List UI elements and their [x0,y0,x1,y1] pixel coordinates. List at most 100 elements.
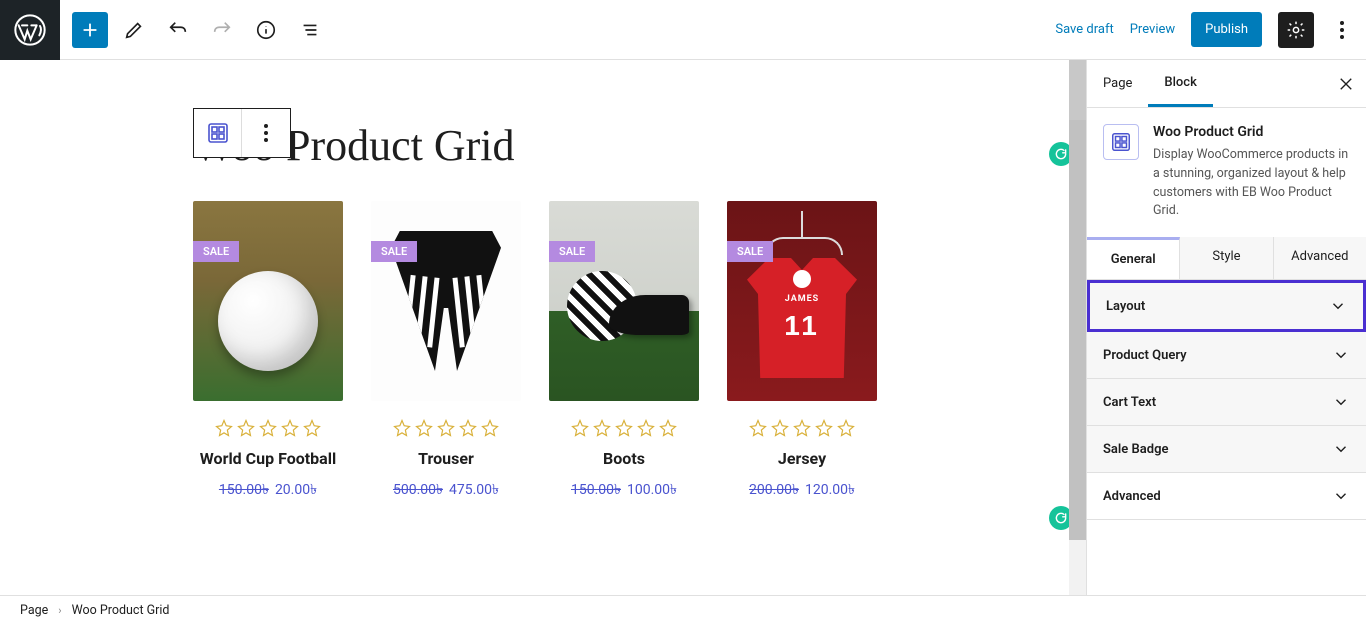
star-icon [659,419,677,437]
panel-label: Product Query [1103,348,1187,363]
star-icon [815,419,833,437]
star-icon [303,419,321,437]
edit-button[interactable] [116,12,152,48]
panel-tab-advanced[interactable]: Advanced [1274,237,1366,279]
redo-button[interactable] [204,12,240,48]
panel-section-product-query[interactable]: Product Query [1087,332,1366,379]
grammarly-icon [1054,511,1068,525]
product-card[interactable]: SALE Trouser 500.00৳ 475.00৳ [371,201,521,502]
rating-stars [549,419,699,437]
scrollbar-thumb[interactable] [1069,120,1086,540]
star-icon [459,419,477,437]
page-title[interactable]: Woo Product Grid [193,120,893,171]
price-old: 150.00৳ [571,482,621,498]
rating-stars [371,419,521,437]
chevron-down-icon [1332,393,1350,411]
kebab-icon [264,124,268,142]
sale-badge: SALE [371,241,417,262]
undo-icon [167,19,189,41]
chevron-down-icon [1332,487,1350,505]
star-icon [793,419,811,437]
panel-section-sale-badge[interactable]: Sale Badge [1087,426,1366,473]
price-old: 500.00৳ [393,482,443,498]
product-image: JAMES 11 [727,201,877,401]
block-type-button[interactable] [194,109,242,157]
sale-badge: SALE [549,241,595,262]
jersey-number: 11 [747,310,857,342]
close-icon [1337,75,1355,93]
block-info-icon-box [1103,124,1139,160]
panel-tabs: General Style Advanced [1087,237,1366,280]
product-name: Trouser [371,449,521,470]
star-icon [281,419,299,437]
star-icon [749,419,767,437]
star-icon [237,419,255,437]
tab-page[interactable]: Page [1087,60,1148,107]
panel-tab-style[interactable]: Style [1180,237,1273,279]
wordpress-logo[interactable] [0,0,60,60]
more-options-button[interactable] [1330,12,1354,48]
product-price: 150.00৳20.00৳ [193,478,343,502]
price-new: 475.00৳ [449,482,499,498]
product-price: 500.00৳ 475.00৳ [371,478,521,502]
product-card[interactable]: SALE JAMES 11 [727,201,877,502]
rating-stars [727,419,877,437]
canvas-scrollbar[interactable] [1069,60,1086,595]
info-button[interactable] [248,12,284,48]
editor-topbar: Save draft Preview Publish [0,0,1366,60]
scrollbar-arrow-up[interactable] [1069,60,1086,120]
price-new: 100.00৳ [627,482,677,498]
panel-section-cart-text[interactable]: Cart Text [1087,379,1366,426]
product-grid: SALE World Cup Football 150.00৳20.00৳ [193,201,893,502]
panel-section-layout[interactable]: Layout [1087,280,1366,332]
kebab-icon [1340,21,1344,39]
undo-button[interactable] [160,12,196,48]
settings-sidebar: Page Block Woo Product Grid Display WooC… [1086,60,1366,595]
block-title: Woo Product Grid [1153,124,1350,140]
tab-block[interactable]: Block [1148,60,1212,107]
panel-tab-general[interactable]: General [1087,237,1180,279]
product-card[interactable]: SALE Boots 150.00৳100.00৳ [549,201,699,502]
block-info: Woo Product Grid Display WooCommerce pro… [1087,108,1366,237]
publish-button[interactable]: Publish [1191,12,1262,47]
breadcrumb-block[interactable]: Woo Product Grid [72,603,170,618]
product-price: 150.00৳ 100.00৳ [549,478,699,502]
product-image [193,201,343,401]
pencil-icon [123,19,145,41]
price-new: 120.00৳ [805,482,855,498]
panel-label: Layout [1106,299,1145,314]
star-icon [771,419,789,437]
star-icon [837,419,855,437]
price-old: 150.00৳ [219,482,269,498]
star-icon [215,419,233,437]
toolbar-right: Save draft Preview Publish [1055,12,1366,48]
grid-block-icon [1110,131,1132,153]
grid-block-icon [206,121,230,145]
panel-section-advanced[interactable]: Advanced [1087,473,1366,520]
redo-icon [211,19,233,41]
add-block-button[interactable] [72,12,108,48]
wordpress-icon [14,14,46,46]
info-icon [255,19,277,41]
block-more-button[interactable] [242,109,290,157]
star-icon [437,419,455,437]
preview-button[interactable]: Preview [1130,22,1175,37]
save-draft-button[interactable]: Save draft [1055,22,1113,37]
list-icon [299,19,321,41]
settings-button[interactable] [1278,12,1314,48]
star-icon [393,419,411,437]
product-name: Jersey [727,449,877,470]
breadcrumb-page[interactable]: Page [20,603,48,618]
star-icon [481,419,499,437]
breadcrumb: Page › Woo Product Grid [0,595,1366,625]
star-icon [637,419,655,437]
sidebar-close-button[interactable] [1326,60,1366,108]
gear-icon [1286,20,1306,40]
outline-button[interactable] [292,12,328,48]
toolbar-left [60,12,328,48]
product-card[interactable]: SALE World Cup Football 150.00৳20.00৳ [193,201,343,502]
star-icon [571,419,589,437]
editor-canvas[interactable]: Woo Product Grid SALE World Cup [0,60,1086,595]
product-name: World Cup Football [193,449,343,470]
grammarly-icon [1054,147,1068,161]
